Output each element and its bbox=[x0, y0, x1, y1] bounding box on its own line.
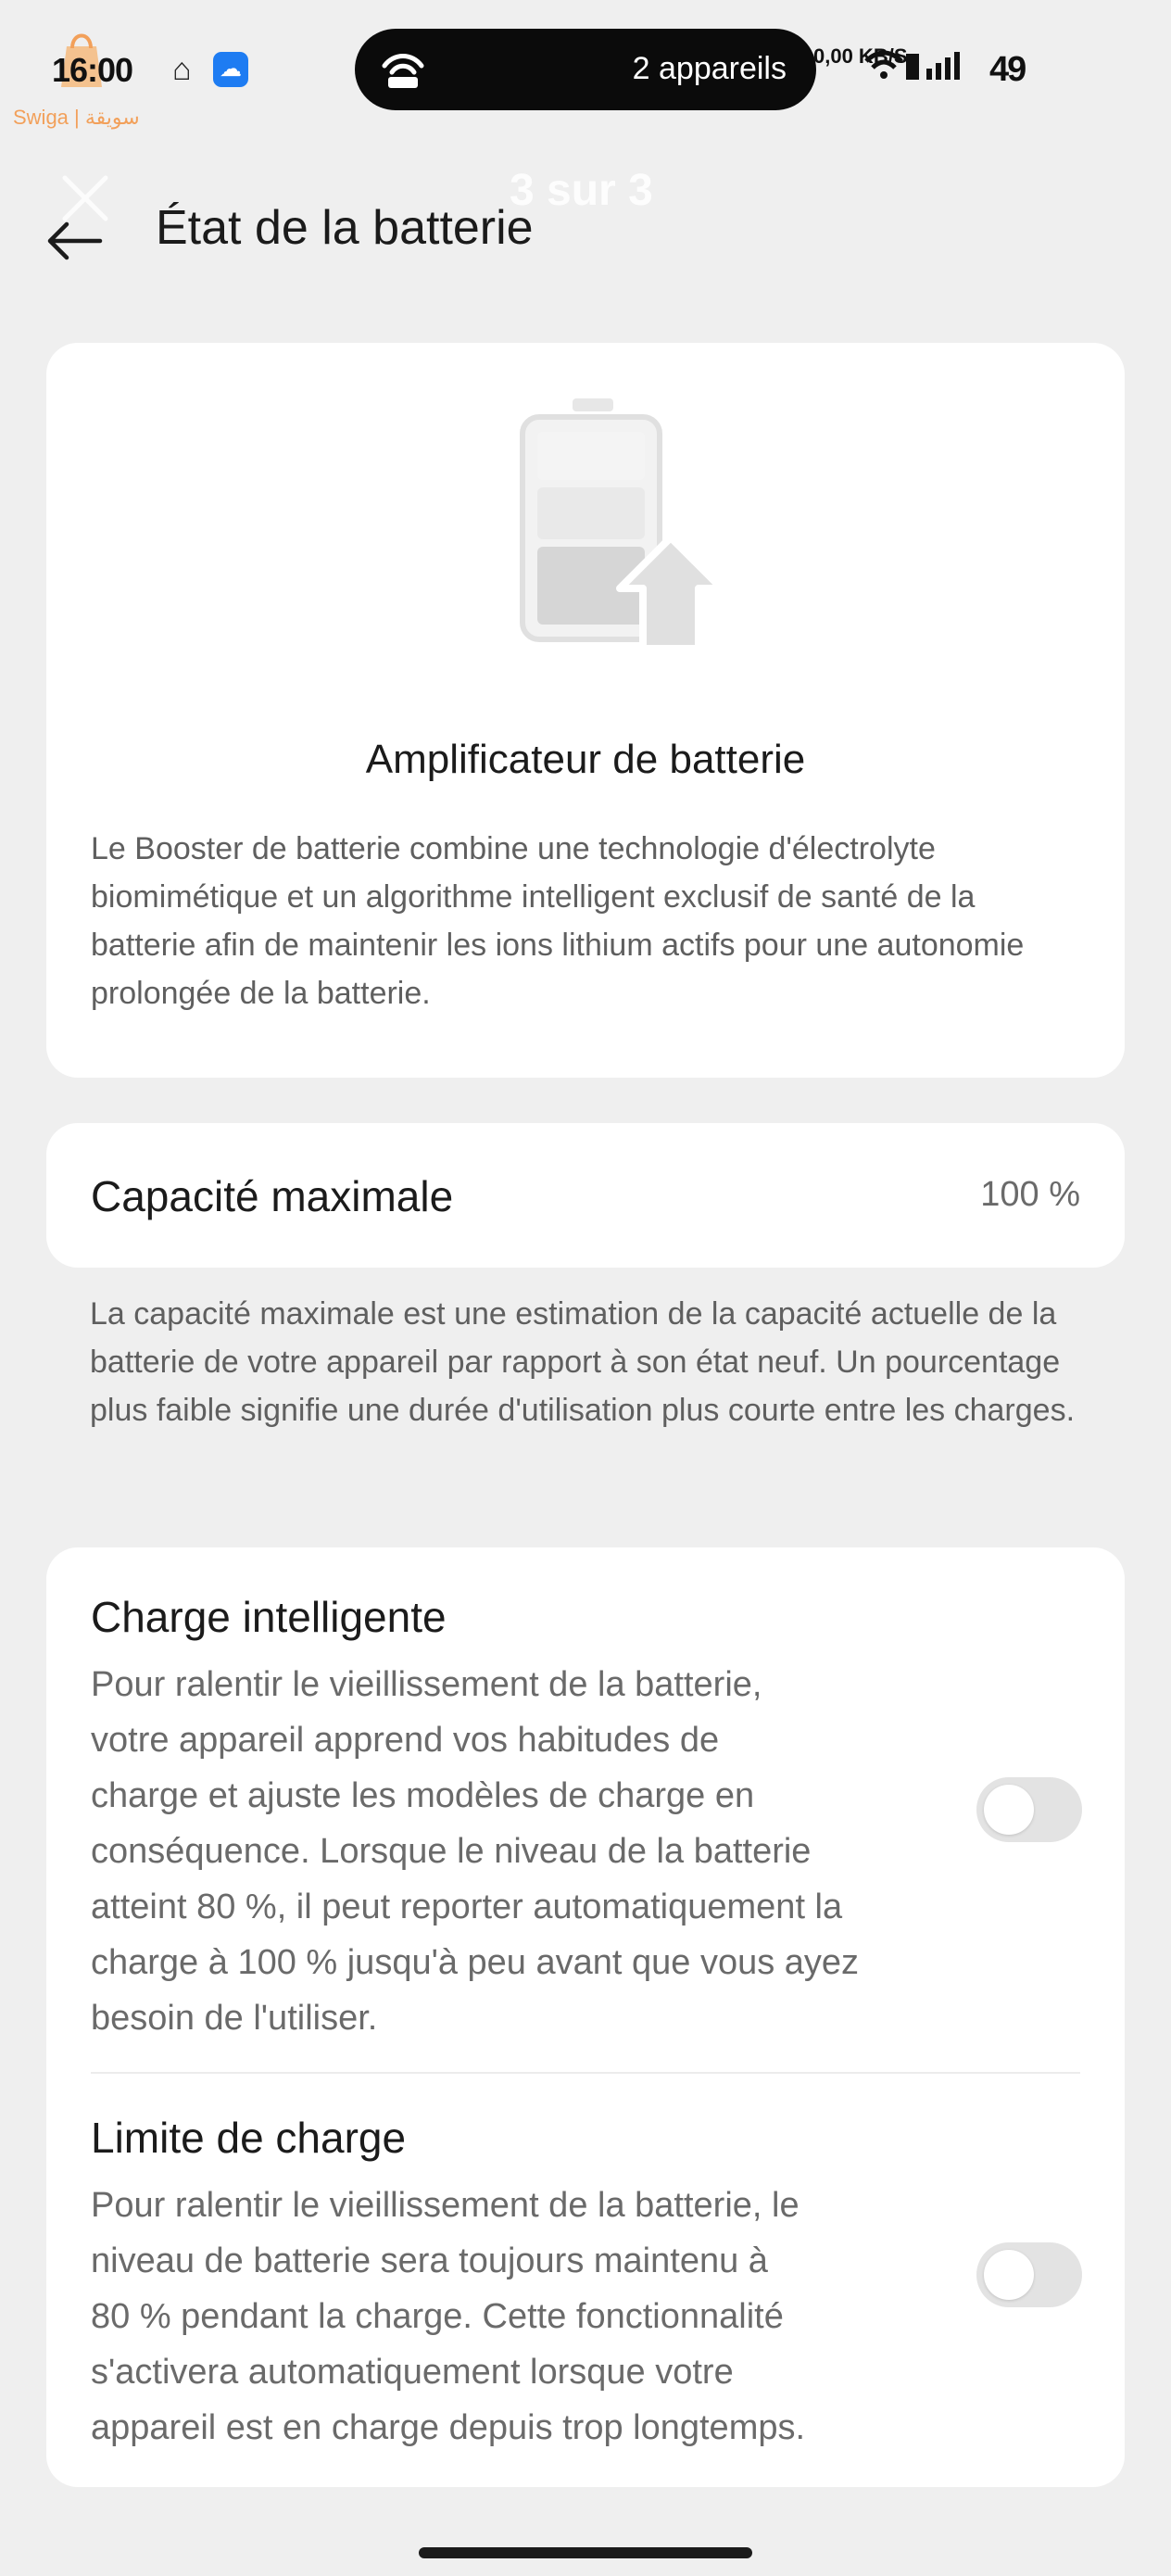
description-line: Pour ralentir le vieillissement de la ba… bbox=[91, 2186, 800, 2225]
charge-limit-description: Pour ralentir le vieillissement de la ba… bbox=[91, 2178, 805, 2456]
wifi-icon bbox=[864, 50, 903, 79]
description-line: conséquence. Lorsque le niveau de la bat… bbox=[91, 1832, 812, 1871]
capacity-card: Capacité maximale 100 % bbox=[46, 1123, 1125, 1268]
back-button[interactable] bbox=[41, 204, 115, 278]
page-title: État de la batterie bbox=[156, 201, 534, 255]
signal-icon bbox=[906, 52, 960, 80]
booster-card: Amplificateur de batterie Le Booster de … bbox=[46, 343, 1125, 1078]
description-line: s'activera automatiquement lorsque votre bbox=[91, 2353, 734, 2392]
description-line: Pour ralentir le vieillissement de la ba… bbox=[91, 1665, 762, 1704]
capacity-description: La capacité maximale est une estimation … bbox=[90, 1296, 1076, 1428]
toggle-knob bbox=[984, 1785, 1034, 1835]
description-line: atteint 80 %, il peut reporter automatiq… bbox=[91, 1888, 843, 1926]
divider bbox=[91, 2072, 1080, 2074]
booster-description: Le Booster de batterie combine une techn… bbox=[91, 831, 1025, 1011]
booster-title: Amplificateur de batterie bbox=[365, 737, 806, 782]
description-line: niveau de batterie sera toujours mainten… bbox=[91, 2241, 768, 2280]
watermark-text: Swiga | سويقة bbox=[13, 106, 140, 129]
charge-limit-title: Limite de charge bbox=[91, 2114, 407, 2162]
capacity-label: Capacité maximale bbox=[91, 1172, 454, 1220]
home-indicator[interactable] bbox=[419, 2547, 752, 2558]
devices-pill-label: 2 appareils bbox=[632, 51, 787, 86]
status-time: 16:00 bbox=[52, 51, 133, 89]
toggle-knob bbox=[984, 2250, 1034, 2300]
status-indicators: 0,00 KB/S 49 bbox=[813, 46, 1128, 93]
hotspot-icon bbox=[382, 54, 424, 88]
description-line: besoin de l'utiliser. bbox=[91, 1999, 378, 2038]
capacity-value: 100 % bbox=[980, 1175, 1080, 1214]
charge-limit-toggle[interactable] bbox=[976, 2242, 1082, 2307]
charging-settings-card: Charge intelligente Pour ralentir le vie… bbox=[46, 1547, 1125, 2487]
description-line: appareil est en charge depuis trop longt… bbox=[91, 2408, 806, 2447]
battery-booster-icon bbox=[520, 398, 725, 649]
description-line: 80 % pendant la charge. Cette fonctionna… bbox=[91, 2297, 784, 2336]
notification-icon: ⌂ bbox=[172, 52, 192, 87]
arrow-left-icon bbox=[47, 221, 103, 260]
smart-charging-toggle[interactable] bbox=[976, 1777, 1082, 1842]
header: 3 sur 3 État de la batterie bbox=[0, 158, 1171, 306]
battery-level: 49 bbox=[989, 50, 1026, 89]
smart-charging-title: Charge intelligente bbox=[91, 1593, 447, 1641]
status-bar: Swiga | سويقة 16:00 ⌂ ☁ 2 appareils 0,00… bbox=[0, 0, 1171, 139]
smart-charging-description: Pour ralentir le vieillissement de la ba… bbox=[91, 1657, 859, 2046]
description-line: charge à 100 % jusqu'à peu avant que vou… bbox=[91, 1943, 860, 1982]
devices-pill[interactable]: 2 appareils bbox=[355, 29, 816, 110]
description-line: votre appareil apprend vos habitudes de bbox=[91, 1721, 720, 1760]
app-notification-icon: ☁ bbox=[213, 52, 248, 87]
description-line: charge et ajuste les modèles de charge e… bbox=[91, 1776, 755, 1815]
